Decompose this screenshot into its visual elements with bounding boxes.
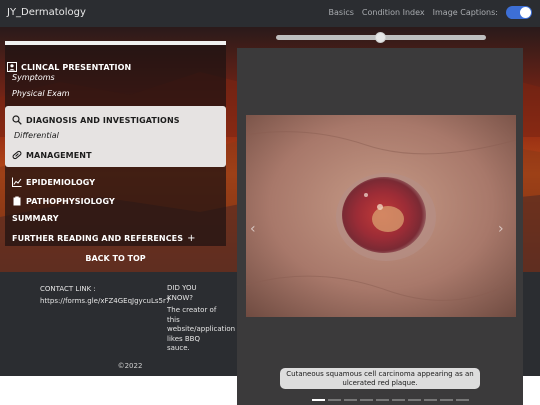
did-you-know-line: website/application: [167, 325, 236, 333]
carousel-dot[interactable]: [408, 399, 421, 401]
carousel-dot[interactable]: [392, 399, 405, 401]
menu-differential[interactable]: Differential: [14, 131, 59, 140]
did-you-know-line: sauce.: [167, 344, 190, 352]
menu-further-reading[interactable]: FURTHER READING AND REFERENCES +: [12, 233, 196, 244]
image-caption: Cutaneous squamous cell carcinoma appear…: [280, 368, 480, 389]
menu-epidemiology-label: EPIDEMIOLOGY: [26, 177, 96, 187]
carousel-dot[interactable]: [360, 399, 373, 401]
chevron-left-icon[interactable]: ‹: [250, 222, 260, 236]
brand-title[interactable]: JY_Dermatology: [7, 7, 86, 18]
zoom-slider-handle[interactable]: [375, 32, 386, 43]
carousel-dot[interactable]: [456, 399, 469, 401]
carousel-dot[interactable]: [376, 399, 389, 401]
menu-clinical-presentation[interactable]: CLINCAL PRESENTATION: [7, 62, 131, 72]
menu-summary[interactable]: SUMMARY: [12, 214, 59, 223]
carousel-dot[interactable]: [312, 399, 325, 401]
menu-physical-exam[interactable]: Physical Exam: [12, 89, 70, 98]
did-you-know-line: The creator of: [167, 306, 217, 314]
toggle-knob: [520, 7, 531, 18]
menu-management-label: MANAGEMENT: [26, 150, 92, 160]
menu-clinical-presentation-label: CLINCAL PRESENTATION: [21, 62, 132, 72]
search-icon: [12, 115, 22, 125]
contact-link[interactable]: https://forms.gle/xFZ4GEqJgycuLs5r7: [40, 297, 170, 305]
copyright: ©2022: [117, 362, 143, 370]
did-you-know-line: KNOW?: [167, 293, 193, 302]
clinical-photo[interactable]: [246, 115, 516, 317]
did-you-know-note: DID YOU KNOW? The creator of this websit…: [167, 284, 237, 354]
did-you-know-line: this: [167, 315, 180, 324]
did-you-know-line: likes BBQ: [167, 334, 200, 343]
nav-links: Basics Condition Index Image Captions:: [329, 6, 532, 19]
clipboard-icon: [12, 196, 22, 206]
carousel-dot[interactable]: [440, 399, 453, 401]
nav-condition-index[interactable]: Condition Index: [362, 8, 425, 17]
chevron-right-icon[interactable]: ›: [498, 222, 508, 236]
menu-symptoms[interactable]: Symptoms: [12, 73, 55, 82]
did-you-know-line: DID YOU: [167, 284, 197, 292]
menu-pathophysiology-label: PATHOPHYSIOLOGY: [26, 196, 115, 206]
image-captions-toggle[interactable]: [506, 6, 532, 19]
menu-diagnosis[interactable]: DIAGNOSIS AND INVESTIGATIONS: [12, 115, 180, 125]
nav-image-captions-label: Image Captions:: [432, 8, 498, 17]
pill-icon: [12, 150, 22, 160]
carousel-dot[interactable]: [424, 399, 437, 401]
top-navbar: JY_Dermatology Basics Condition Index Im…: [0, 0, 540, 27]
back-to-top-link[interactable]: BACK TO TOP: [0, 254, 231, 263]
menu-further-reading-label: FURTHER READING AND REFERENCES: [12, 234, 184, 243]
menu-management[interactable]: MANAGEMENT: [12, 150, 92, 160]
menu-epidemiology[interactable]: EPIDEMIOLOGY: [12, 177, 95, 187]
plus-icon: +: [187, 233, 196, 244]
menu-diagnosis-label: DIAGNOSIS AND INVESTIGATIONS: [26, 115, 180, 125]
person-icon: [7, 62, 17, 72]
menu-summary-label: SUMMARY: [12, 214, 59, 223]
contact-label: CONTACT LINK :: [40, 285, 96, 293]
chart-line-icon: [12, 177, 22, 187]
carousel-indicators: [312, 399, 469, 401]
caption-line: Cutaneous squamous cell carcinoma appear…: [286, 370, 474, 378]
caption-line: ulcerated red plaque.: [342, 379, 418, 387]
menu-top-divider: [5, 41, 226, 45]
menu-pathophysiology[interactable]: PATHOPHYSIOLOGY: [12, 196, 115, 206]
carousel-dot[interactable]: [328, 399, 341, 401]
lesion-image: [246, 115, 516, 317]
carousel-dot[interactable]: [344, 399, 357, 401]
nav-basics[interactable]: Basics: [329, 8, 354, 17]
